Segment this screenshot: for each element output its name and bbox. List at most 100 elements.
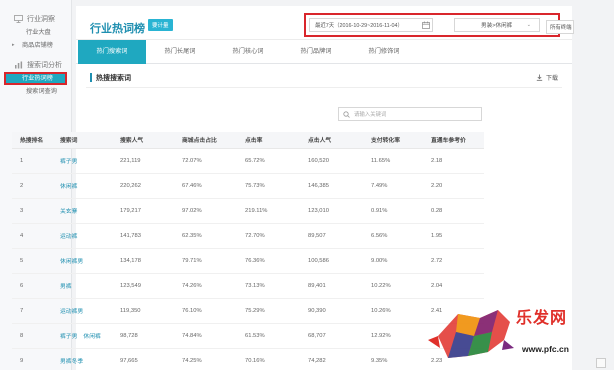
popularity-cell: 134,178 (112, 248, 174, 274)
conversion-cell: 0.91% (363, 198, 423, 224)
keyword-cell: 裤子男 (52, 148, 112, 174)
popularity-cell: 141,783 (112, 223, 174, 249)
sidebar-section-label: 行业洞察 (27, 16, 55, 23)
tab-bar: 热门搜索词 热门长尾词 热门核心词 热门品牌词 热门修饰词 (76, 40, 572, 64)
date-range-picker[interactable]: 最近7天（2016-10-29~2016-11-04） (309, 18, 433, 32)
column-header[interactable]: 搜索人气 (112, 132, 174, 149)
click-popularity-cell: 68,707 (300, 323, 363, 349)
table-header-row: 热搜排名 搜索词 搜索人气 商城点击占比 点击率 点击人气 支付转化率 直通车参… (12, 132, 484, 149)
keyword-cell: 关玄寨 (52, 198, 112, 224)
download-button[interactable]: 下载 (536, 73, 558, 82)
keyword-link[interactable]: 休闲裤 (83, 334, 100, 340)
chevron-down-icon: ⌄ (526, 22, 531, 28)
keyword-link[interactable]: 关玄寨 (60, 209, 77, 215)
conversion-cell: 9.35% (363, 348, 423, 370)
column-header[interactable]: 支付转化率 (363, 132, 423, 149)
section-header: 热搜搜索词 下载 (86, 64, 562, 88)
click-popularity-cell: 146,385 (300, 173, 363, 199)
table-row[interactable]: 9 男裤冬季 97,665 74.25% 70.16% 74,282 9.35% 2.23 (12, 348, 484, 370)
category-value: 男装>休闲裤 (481, 23, 513, 29)
mall-click-cell: 67.46% (174, 173, 237, 199)
mall-click-cell: 74.25% (174, 348, 237, 370)
keyword-link[interactable]: 男裤冬季 (60, 359, 83, 365)
keyword-link[interactable]: 裤子男 (60, 159, 77, 165)
popularity-cell: 97,665 (112, 348, 174, 370)
click-popularity-cell: 89,401 (300, 273, 363, 299)
keyword-cell: 男裤冬季 (52, 348, 112, 370)
conversion-cell: 6.56% (363, 223, 423, 249)
click-popularity-cell: 90,390 (300, 298, 363, 324)
rank-cell: 6 (12, 273, 52, 299)
status-badge[interactable]: 要计量 (148, 19, 173, 31)
table-row[interactable]: 5 休闲裤男 134,178 79.71% 76.36% 100,586 9.00% 2.72 (12, 248, 484, 274)
rank-cell: 7 (12, 298, 52, 324)
chevron-right-icon: ▸ (12, 42, 15, 48)
table-row[interactable]: 7 运动裤男 119,350 76.10% 75.29% 90,390 10.26% 2.41 (12, 298, 484, 324)
keyword-cell: 休闲裤男 (52, 248, 112, 274)
table-row[interactable]: 2 休闲裤 220,262 67.46% 75.73% 146,385 7.49% 2.20 (12, 173, 484, 199)
table-row[interactable]: 6 男裤 123,549 74.26% 73.13% 89,401 10.22% 2.04 (12, 273, 484, 299)
sidebar-item-product-shop-rank[interactable]: ▸ 商品店铺榜 (0, 39, 71, 52)
ctr-cell: 70.16% (237, 348, 300, 370)
keyword-cell: 裤子男 休闲裤 (52, 323, 112, 349)
keyword-link[interactable]: 裤子男 (60, 334, 77, 340)
rank-cell: 4 (12, 223, 52, 249)
popularity-cell: 98,728 (112, 323, 174, 349)
column-header[interactable]: 商城点击占比 (174, 132, 237, 149)
keyword-link[interactable]: 休闲裤男 (60, 259, 83, 265)
keyword-link[interactable]: 休闲裤 (60, 184, 77, 190)
ppc-cell: 2.18 (423, 148, 484, 174)
keyword-link[interactable]: 男裤 (60, 284, 72, 290)
tab-modifier-words[interactable]: 热门修饰词 (350, 40, 418, 64)
keyword-link[interactable]: 运动裤男 (60, 309, 83, 315)
category-select[interactable]: 男装>休闲裤 ⌄ (454, 18, 540, 32)
tab-hot-search[interactable]: 热门搜索词 (78, 40, 146, 64)
table-row[interactable]: 3 关玄寨 179,217 97.02% 219.11% 123,010 0.91% 0.28 (12, 198, 484, 224)
table-row[interactable]: 4 运动裤 141,783 62.35% 72.70% 89,507 6.56% 1.95 (12, 223, 484, 249)
calendar-icon[interactable] (422, 21, 430, 29)
keyword-search-input[interactable]: 请输入关键词 (338, 107, 482, 121)
search-icon (343, 110, 350, 118)
click-popularity-cell: 123,010 (300, 198, 363, 224)
keyword-cell: 运动裤 (52, 223, 112, 249)
table-row[interactable]: 8 裤子男 休闲裤 98,728 74.84% 61.53% 68,707 12.92% (12, 323, 484, 349)
tab-brand-words[interactable]: 热门品牌词 (282, 40, 350, 64)
ppc-cell: 1.95 (423, 223, 484, 249)
tab-long-tail[interactable]: 热门长尾词 (146, 40, 214, 64)
keyword-link[interactable]: 运动裤 (60, 234, 77, 240)
keyword-cell: 休闲裤 (52, 173, 112, 199)
mall-click-cell: 72.07% (174, 148, 237, 174)
column-header: 搜索词 (52, 132, 112, 149)
download-label: 下载 (545, 76, 558, 82)
column-header[interactable]: 点击率 (237, 132, 300, 149)
click-popularity-cell: 74,282 (300, 348, 363, 370)
mall-click-cell: 74.84% (174, 323, 237, 349)
sidebar-item-hot-words[interactable]: 行业热词榜 (4, 72, 67, 85)
rank-cell: 2 (12, 173, 52, 199)
page-header: 行业热词榜 要计量 最近7天（2016-10-29~2016-11-04） 男装… (76, 6, 574, 40)
sidebar-section-label: 搜索词分析 (27, 62, 62, 69)
sidebar-item-search-query[interactable]: 搜索词查询 (0, 85, 71, 98)
mall-click-cell: 74.26% (174, 273, 237, 299)
tab-core-words[interactable]: 热门核心词 (214, 40, 282, 64)
date-range-value: 最近7天（2016-10-29~2016-11-04） (315, 23, 403, 29)
sidebar-item-industry-overview[interactable]: 行业大盘 (0, 26, 71, 39)
section-accent-bar (90, 73, 92, 82)
table-row[interactable]: 1 裤子男 221,119 72.07% 65.72% 160,520 11.65% 2.18 (12, 148, 484, 174)
mall-click-cell: 62.35% (174, 223, 237, 249)
ctr-cell: 75.29% (237, 298, 300, 324)
ppc-cell: 0.28 (423, 198, 484, 224)
keyword-cell: 男裤 (52, 273, 112, 299)
ctr-cell: 61.53% (237, 323, 300, 349)
ctr-cell: 73.13% (237, 273, 300, 299)
click-popularity-cell: 160,520 (300, 148, 363, 174)
sidebar-item-label: 行业热词榜 (6, 74, 65, 83)
column-header[interactable]: 点击人气 (300, 132, 363, 149)
conversion-cell: 10.26% (363, 298, 423, 324)
rank-cell: 1 (12, 148, 52, 174)
terminal-select[interactable]: 所有终端 (546, 20, 574, 34)
conversion-cell: 9.00% (363, 248, 423, 274)
column-header[interactable]: 直通车参考价 (423, 132, 484, 149)
column-header[interactable]: 热搜排名 (12, 132, 52, 149)
scroll-handle[interactable] (596, 358, 606, 368)
